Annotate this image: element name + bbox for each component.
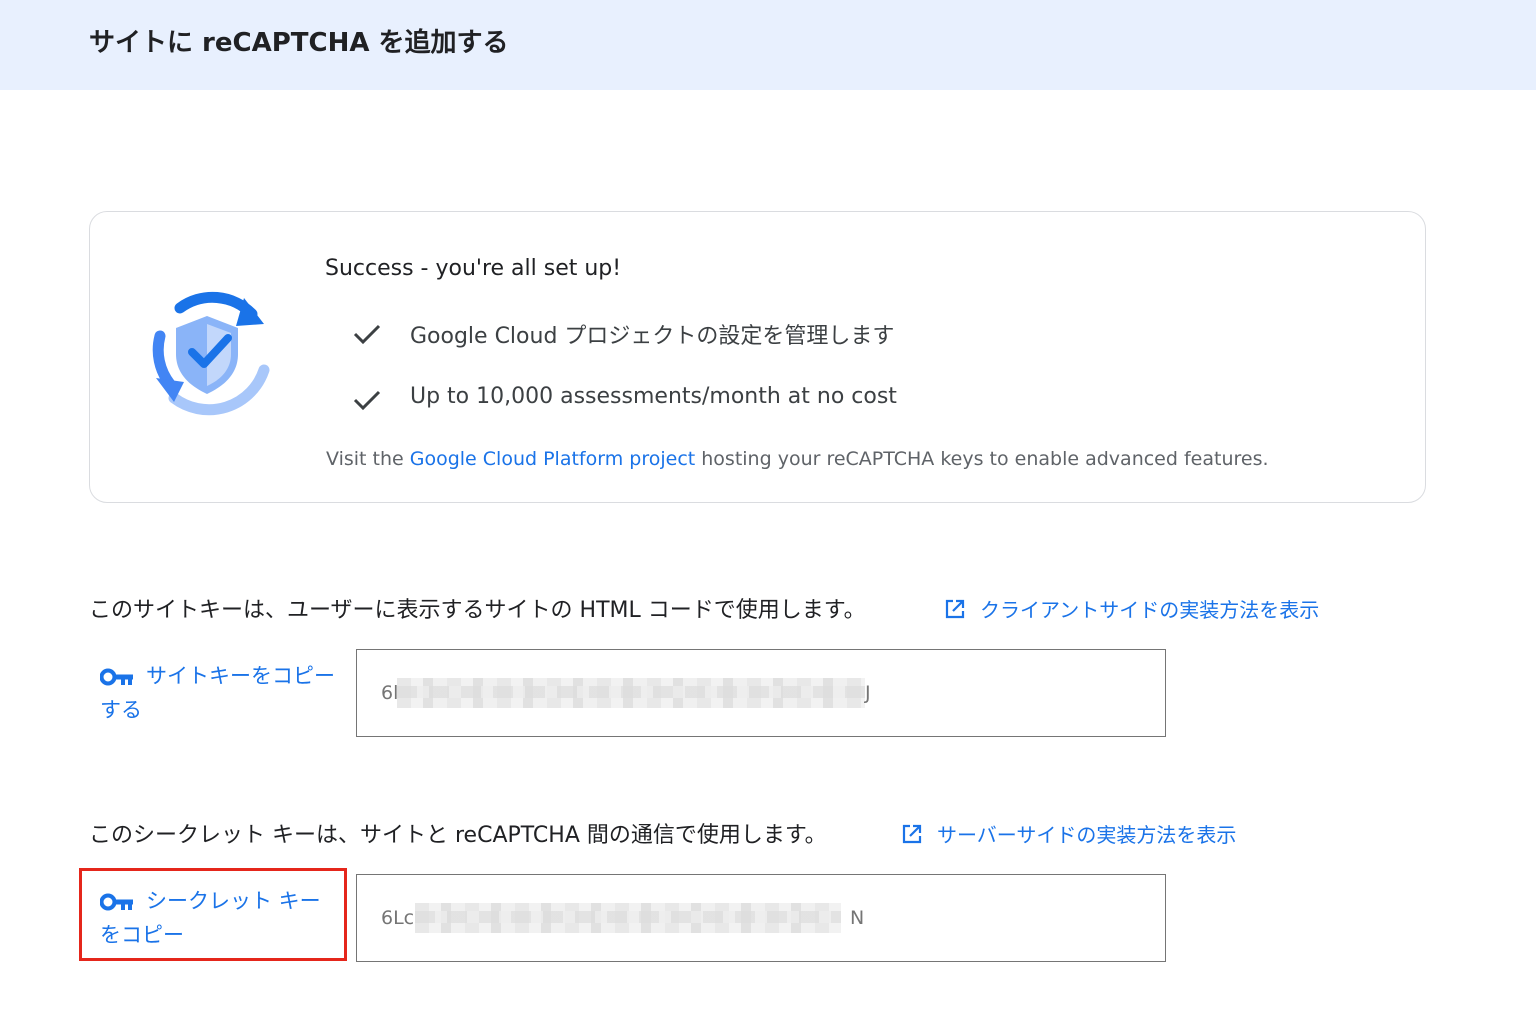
gcp-note-suffix: hosting your reCAPTCHA keys to enable ad… [695, 448, 1269, 470]
site-key-value-end: J [865, 682, 871, 704]
secret-key-field[interactable]: 6Lc N [356, 874, 1166, 962]
key-icon [99, 893, 133, 911]
success-title: Success - you're all set up! [325, 256, 622, 281]
secret-key-description: このシークレット キーは、サイトと reCAPTCHA 間の通信で使用します。 [89, 823, 827, 848]
copy-secret-key-button[interactable]: シークレット キーをコピー [99, 884, 340, 952]
check-icon [353, 324, 381, 345]
open-in-new-icon [902, 824, 922, 844]
feature-text: Up to 10,000 assessments/month at no cos… [410, 384, 897, 409]
page-title: サイトに reCAPTCHA を追加する [89, 28, 509, 58]
site-key-field[interactable]: 6l J [356, 649, 1166, 737]
gcp-project-link[interactable]: Google Cloud Platform project [410, 448, 695, 470]
site-key-value-start: 6l [381, 682, 399, 704]
key-icon [99, 668, 133, 686]
client-side-link-label: クライアントサイドの実装方法を表示 [980, 598, 1320, 622]
recaptcha-shield-icon [152, 291, 270, 416]
secret-key-value-end: N [850, 907, 865, 929]
site-key-description: このサイトキーは、ユーザーに表示するサイトの HTML コードで使用します。 [89, 598, 866, 623]
copy-site-key-label: サイトキーをコピーする [100, 664, 335, 722]
feature-text: Google Cloud プロジェクトの設定を管理します [410, 324, 895, 349]
redacted-secret-key [415, 903, 841, 933]
page-header: サイトに reCAPTCHA を追加する [0, 0, 1536, 90]
copy-site-key-button[interactable]: サイトキーをコピーする [99, 659, 340, 727]
secret-key-value-start: 6Lc [381, 907, 415, 929]
gcp-note: Visit the Google Cloud Platform project … [326, 448, 1269, 470]
success-card: Success - you're all set up! Google Clou… [89, 211, 1426, 503]
open-in-new-icon [945, 599, 965, 619]
redacted-site-key [397, 678, 865, 708]
check-icon [353, 390, 381, 411]
server-side-link-label: サーバーサイドの実装方法を表示 [937, 823, 1237, 847]
gcp-note-prefix: Visit the [326, 448, 410, 470]
